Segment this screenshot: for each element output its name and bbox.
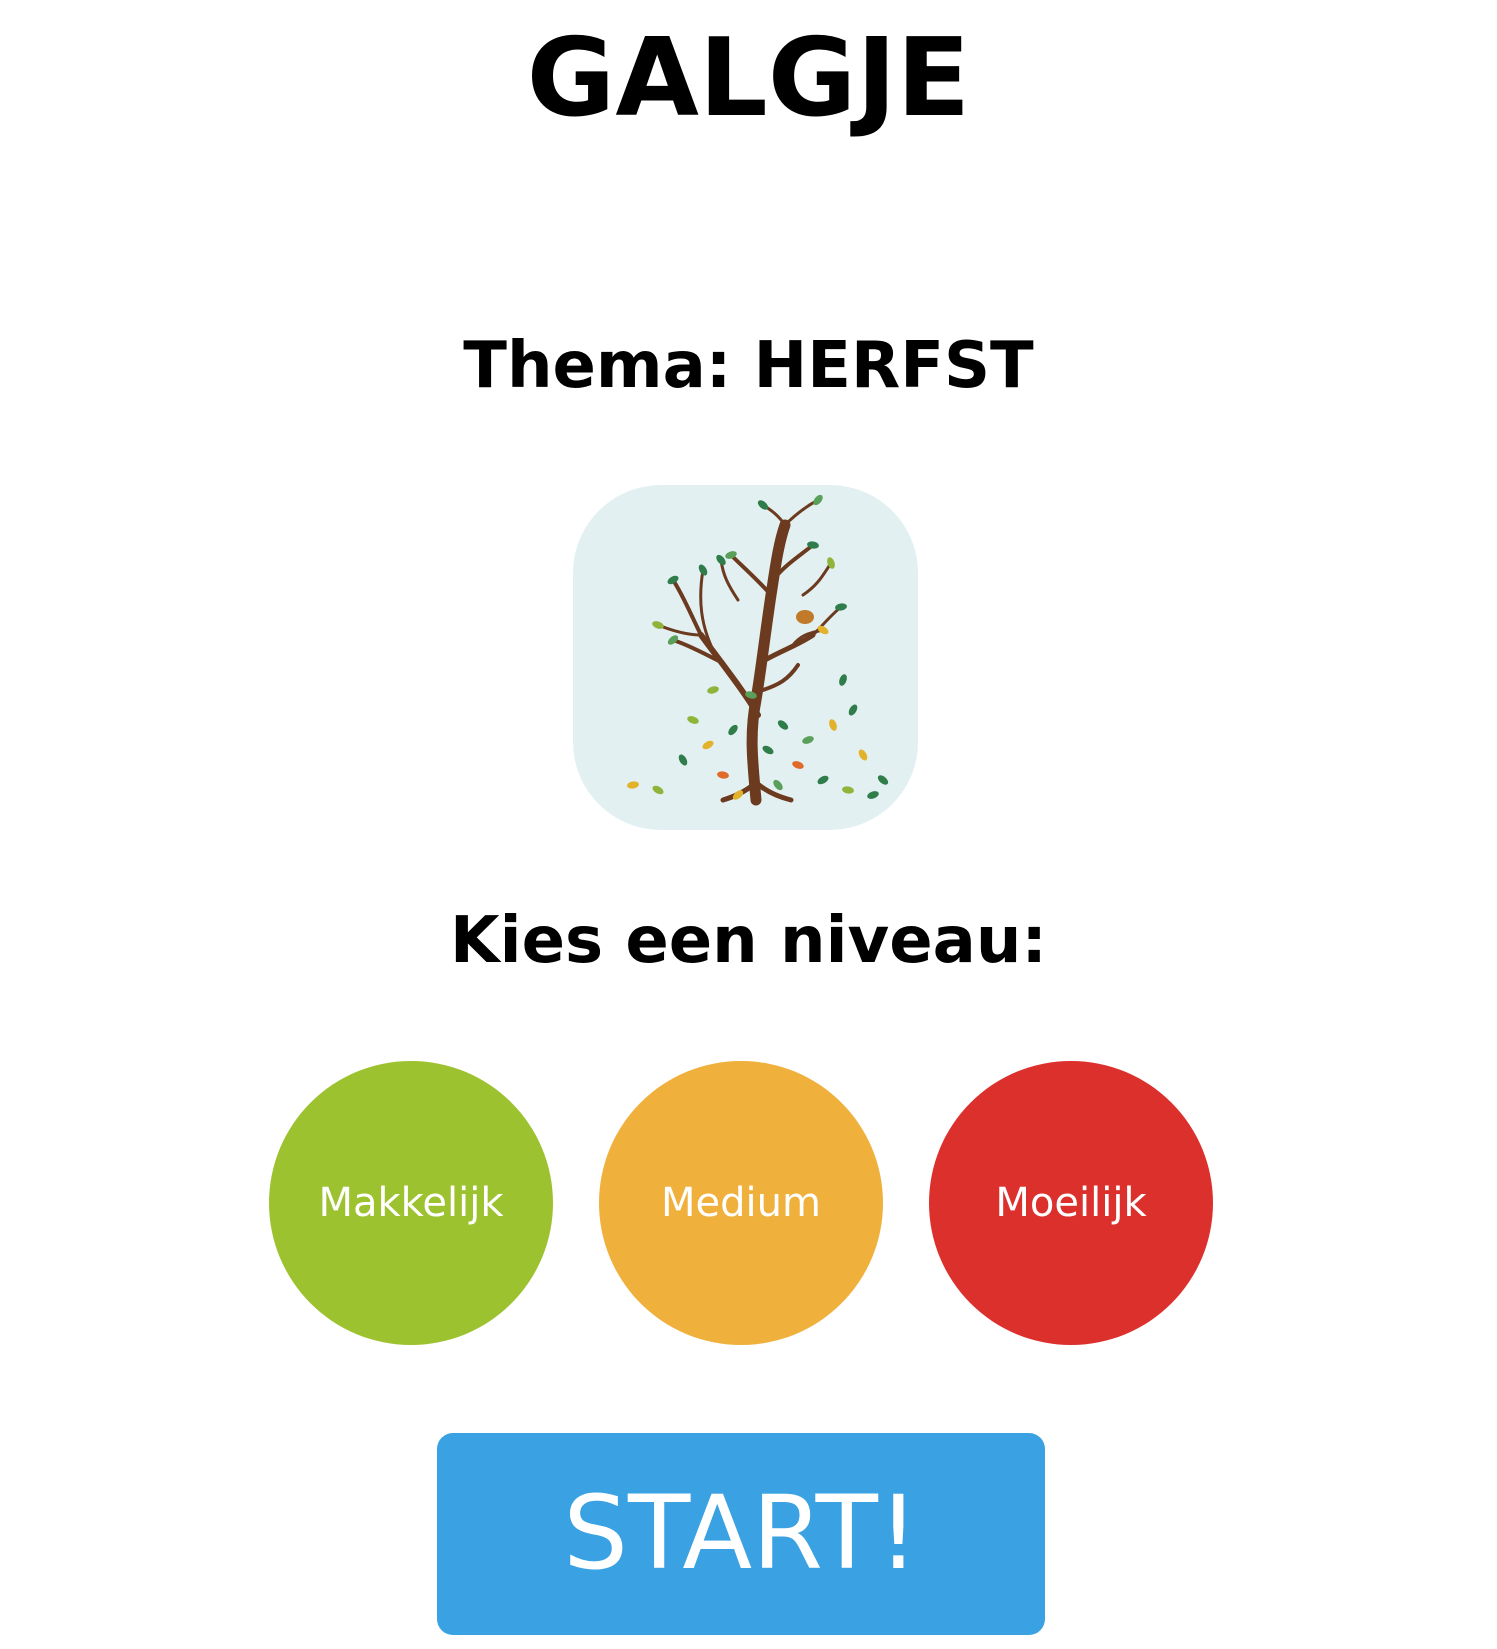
level-medium-button[interactable]: Medium — [599, 1061, 883, 1345]
level-hard-button[interactable]: Moeilijk — [929, 1061, 1213, 1345]
level-easy-button[interactable]: Makkelijk — [269, 1061, 553, 1345]
level-heading: Kies een niveau: — [450, 904, 1047, 978]
autumn-tree-icon — [627, 494, 889, 806]
page-title: GALGJE — [526, 16, 971, 141]
start-button[interactable]: START! — [437, 1433, 1045, 1635]
theme-image — [573, 485, 918, 830]
theme-heading: Thema: HERFST — [463, 329, 1034, 403]
